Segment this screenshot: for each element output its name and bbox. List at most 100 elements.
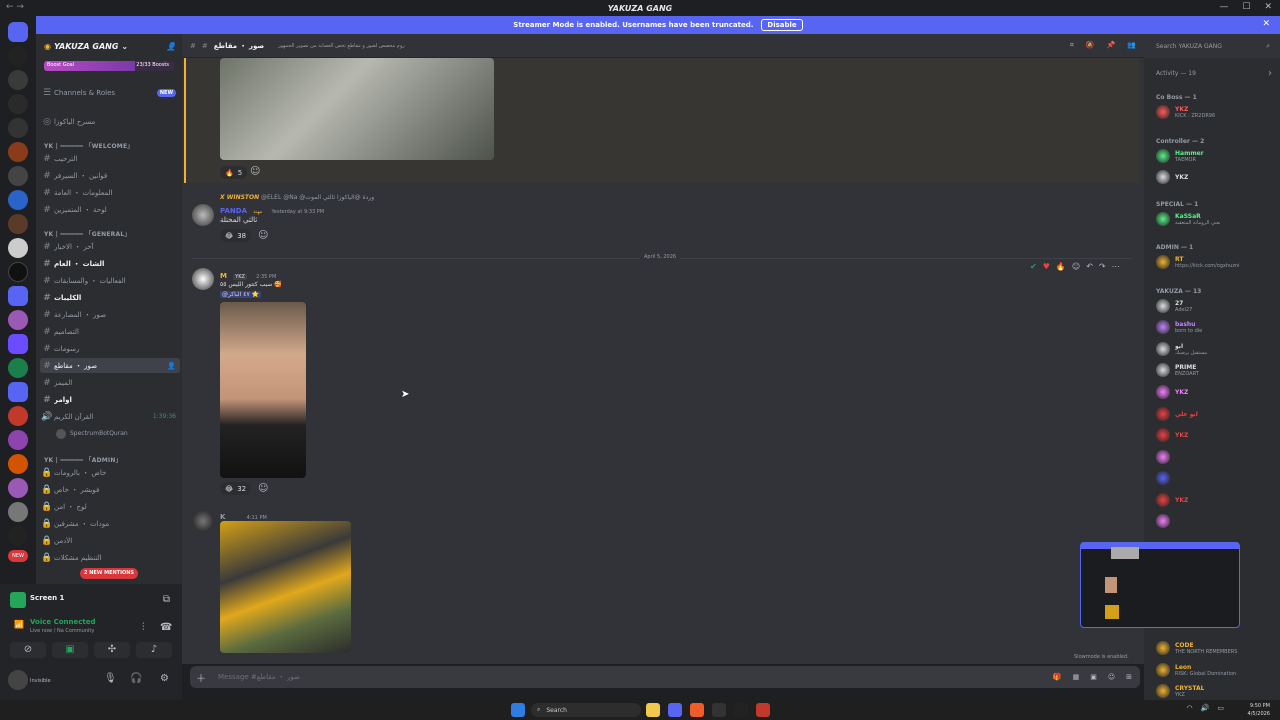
- mic-icon[interactable]: 🎙: [104, 673, 117, 684]
- avatar[interactable]: [192, 268, 214, 290]
- disable-button[interactable]: Disable: [761, 19, 803, 31]
- member-row[interactable]: ابو مستقبل يرضيك: [1150, 339, 1276, 359]
- clock[interactable]: 9:50 PM 4/5/2026: [1248, 702, 1270, 718]
- server-icon[interactable]: [8, 526, 28, 546]
- boost-goal-bar[interactable]: Boost Goal 23/33 Boosts: [44, 61, 174, 71]
- chevron-icon[interactable]: ›: [1268, 68, 1272, 79]
- windows-start-icon[interactable]: [511, 703, 525, 717]
- reaction-laugh[interactable]: 😂 32: [220, 482, 252, 495]
- folder-icon[interactable]: [8, 286, 28, 306]
- add-reaction-icon[interactable]: ☺: [250, 166, 260, 177]
- app-icon[interactable]: [756, 703, 770, 717]
- forward-icon[interactable]: ↷: [1099, 262, 1106, 271]
- channel-item[interactable]: 🔒 مودات ・ مشرفين: [40, 516, 180, 531]
- new-badge[interactable]: NEW: [8, 550, 28, 562]
- member-row[interactable]: YKZ: [1150, 382, 1276, 402]
- channels-roles-item[interactable]: ☰ Channels & Roles NEW: [40, 85, 180, 101]
- server-icon[interactable]: [8, 502, 28, 522]
- avatar[interactable]: [192, 510, 214, 532]
- app-icon[interactable]: [712, 703, 726, 717]
- member-row[interactable]: Hammer TAEMOR: [1150, 146, 1276, 166]
- avatar[interactable]: [8, 670, 28, 690]
- gif-icon[interactable]: ▦: [1073, 673, 1080, 681]
- server-icon[interactable]: [8, 118, 28, 138]
- category-welcome[interactable]: YK | ━━━━━━ 「WELCOME」: [44, 141, 133, 150]
- server-icon[interactable]: [8, 94, 28, 114]
- channel-item[interactable]: 🔒 لوج ・ امن: [40, 499, 180, 514]
- server-icon[interactable]: [8, 70, 28, 90]
- message-image[interactable]: [220, 58, 494, 160]
- member-row[interactable]: ابو علي: [1150, 404, 1276, 424]
- reaction-laugh[interactable]: 😂 38: [220, 229, 252, 242]
- channel-topic[interactable]: روم مخصص لصور و مقاطع تخص العصابة من تصو…: [278, 43, 405, 49]
- threads-icon[interactable]: ⌗: [1070, 41, 1074, 50]
- threads-icon[interactable]: #: [190, 42, 196, 50]
- category-general[interactable]: YK | ━━━━━━ 「GENERAL」: [44, 229, 131, 238]
- disconnect-icon[interactable]: ☎: [160, 622, 172, 633]
- server-icon[interactable]: [8, 262, 28, 282]
- reply-icon[interactable]: ↶: [1086, 262, 1093, 271]
- emoji-icon[interactable]: ☺: [1108, 673, 1115, 681]
- gift-icon[interactable]: 🎁: [1053, 673, 1062, 681]
- member-row[interactable]: [1150, 447, 1276, 467]
- member-row[interactable]: RT https://kick.com/ogxhuzni: [1150, 252, 1276, 272]
- member-row[interactable]: YKZ: [1150, 425, 1276, 445]
- channel-item[interactable]: # الشات ・ العام: [40, 256, 180, 271]
- channel-item[interactable]: # لوحة ・ المتميزين: [40, 202, 180, 217]
- author-name[interactable]: M: [220, 272, 227, 280]
- app-icon[interactable]: [734, 703, 748, 717]
- close-window-button[interactable]: ✕: [1264, 2, 1272, 12]
- yakuza-server-icon[interactable]: [8, 406, 28, 426]
- reply-context[interactable]: X WINSTON @ELEL @Na @وردة @الياكوزا ثالث…: [220, 194, 374, 201]
- close-banner-icon[interactable]: ✕: [1262, 19, 1270, 29]
- server-icon[interactable]: [8, 358, 28, 378]
- brave-icon[interactable]: [690, 703, 704, 717]
- voice-user[interactable]: SpectrumBotQuran: [40, 426, 180, 441]
- member-row[interactable]: PRIME ENZOART: [1150, 360, 1276, 380]
- member-list-icon[interactable]: 👥: [1127, 41, 1136, 50]
- reaction-fire[interactable]: 🔥 5: [220, 166, 248, 179]
- add-reaction-icon[interactable]: ☺: [258, 483, 268, 494]
- member-row[interactable]: YKZ KICK : ZR2DR96: [1150, 102, 1276, 122]
- author-name[interactable]: PANDA: [220, 207, 247, 215]
- file-explorer-icon[interactable]: [646, 703, 660, 717]
- popout-icon[interactable]: ⧉: [163, 594, 170, 605]
- folder-icon[interactable]: [8, 382, 28, 402]
- channel-item[interactable]: 🔒 التنظيم مشكلات: [40, 550, 180, 565]
- category-admin[interactable]: YK | ━━━━━━ 「ADMIN」: [44, 455, 122, 464]
- channel-item[interactable]: # رسومات: [40, 341, 180, 356]
- add-member-icon[interactable]: 👤: [167, 362, 176, 370]
- channel-item[interactable]: # اوامر: [40, 392, 180, 407]
- member-row[interactable]: [1150, 511, 1276, 531]
- channel-item[interactable]: # الميمز: [40, 375, 180, 390]
- pin-icon[interactable]: 📌: [1107, 41, 1116, 50]
- server-icon[interactable]: [8, 310, 28, 330]
- server-icon[interactable]: [8, 334, 28, 354]
- channel-item[interactable]: # الكليبات: [40, 290, 180, 305]
- fire-icon[interactable]: 🔥: [1056, 262, 1066, 271]
- server-icon[interactable]: [8, 46, 28, 66]
- message-input[interactable]: ＋ Message #صور ・ مقاطع 🎁 ▦ ▣ ☺ ⊞: [190, 666, 1140, 688]
- headphones-icon[interactable]: 🎧: [130, 673, 142, 684]
- server-icon[interactable]: [8, 430, 28, 450]
- add-reaction-icon[interactable]: ☺: [258, 230, 268, 241]
- member-row[interactable]: YKZ: [1150, 490, 1276, 510]
- channel-item[interactable]: # صور ・ المصارعة: [40, 307, 180, 322]
- server-icon[interactable]: [8, 166, 28, 186]
- channel-item[interactable]: # الفعاليات ・ والمسابقات: [40, 273, 180, 288]
- add-attachment-icon[interactable]: ＋: [196, 670, 206, 685]
- discord-home-icon[interactable]: [8, 22, 28, 42]
- add-reaction-icon[interactable]: ☺: [1072, 262, 1080, 271]
- server-header[interactable]: ◉ YAKUZA GANG ⌄ 👤: [36, 34, 182, 58]
- member-row[interactable]: Leon RISK: Global Domination: [1150, 660, 1276, 680]
- gear-icon[interactable]: ⚙: [160, 673, 169, 684]
- apps-icon[interactable]: ⊞: [1126, 673, 1132, 681]
- stage-channel[interactable]: ◎ مسرح الياكوزا: [40, 114, 180, 129]
- channel-item[interactable]: # قوانين ・ السيرفر: [40, 168, 180, 183]
- member-row[interactable]: 27 Adel27: [1150, 296, 1276, 316]
- member-row[interactable]: YKZ: [1150, 167, 1276, 187]
- member-row[interactable]: CRYSTAL YKZ: [1150, 681, 1276, 700]
- member-row[interactable]: KaSSaR يعني الرومانة المتعقبة: [1150, 209, 1276, 229]
- minimize-button[interactable]: —: [1219, 2, 1228, 12]
- avatar[interactable]: [192, 204, 214, 226]
